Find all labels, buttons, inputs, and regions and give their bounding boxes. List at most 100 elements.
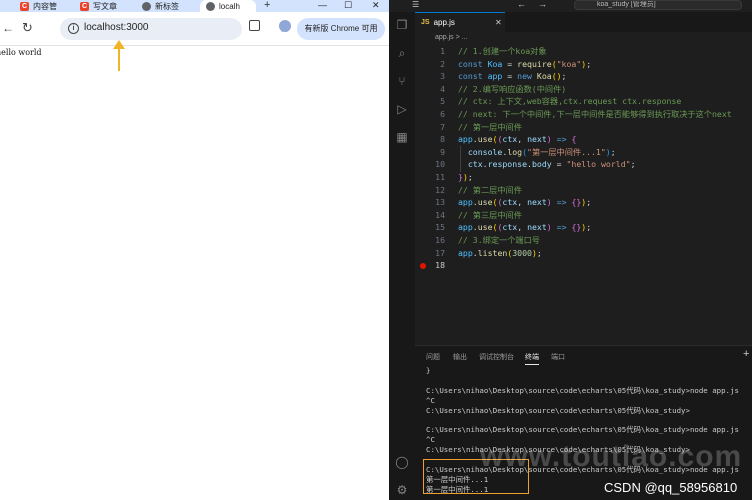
chrome-update-button[interactable]: 有新版 Chrome 可用 — [297, 18, 385, 40]
nav-back-icon[interactable]: ← — [517, 0, 526, 9]
code-line[interactable]: 15 app.use((ctx, next) => {}); — [415, 221, 752, 234]
menu-icon[interactable]: ☰ — [412, 0, 419, 9]
breadcrumb[interactable]: app.js > ... — [435, 34, 468, 41]
code-token: log — [507, 146, 523, 157]
code-line[interactable]: 6 // next: 下一个中间件,下一层中间件是否能够得到执行取决于这个next — [415, 108, 752, 121]
code-token: = — [551, 159, 567, 170]
code-token: // 1.创建一个koa对象 — [458, 46, 547, 56]
code-text: app.use((ctx, next) => {}); — [458, 221, 591, 234]
tab-output[interactable]: 输出 — [453, 352, 467, 362]
bottom-panel: 问题 输出 调试控制台 终端 端口 + } C:\Users\nihao\Desk… — [415, 345, 752, 500]
url-text[interactable]: localhost:3000 — [84, 22, 149, 33]
new-tab-button[interactable]: + — [264, 0, 270, 11]
code-line[interactable]: 1 // 1.创建一个koa对象 — [415, 45, 752, 58]
code-token: ctx — [467, 159, 483, 170]
code-line[interactable]: 11}); — [415, 171, 752, 184]
code-token: ctx — [502, 222, 518, 233]
close-icon[interactable]: ✕ — [372, 0, 380, 11]
back-arrow-icon[interactable]: ← — [2, 21, 14, 35]
code-line[interactable]: 13 app.use((ctx, next) => {}); — [415, 196, 752, 209]
extensions-icon[interactable]: ▦ — [395, 130, 409, 144]
code-token: // 3.绑定一个端口号 — [458, 234, 540, 245]
browser-tab-strip: C 内容管 C 写文章 新标签 localh + — ☐ ✕ — [0, 0, 389, 12]
search-icon[interactable]: ⌕ — [395, 46, 409, 60]
indent-guide — [460, 146, 461, 172]
source-control-icon[interactable]: ⑂ — [395, 74, 409, 88]
code-token: body — [531, 159, 552, 170]
code-token: const — [458, 71, 488, 82]
code-line[interactable]: 18 — [415, 259, 752, 272]
code-token: => — [551, 134, 572, 145]
browser-toolbar: ← ↻ i localhost:3000 ☆ 有新版 Chrome 可用 — [0, 12, 389, 46]
command-center[interactable]: koa_study [管理员] — [574, 0, 742, 10]
browser-window: C 内容管 C 写文章 新标签 localh + — ☐ ✕ ← ↻ i loc… — [0, 0, 389, 500]
code-token: "koa" — [556, 58, 582, 69]
minimize-icon[interactable]: — — [318, 0, 327, 10]
browser-tab-3[interactable]: 新标签 — [142, 0, 190, 12]
code-text: const Koa = require("koa"); — [458, 58, 591, 71]
code-token: ; — [586, 222, 592, 233]
code-token: app — [487, 71, 503, 82]
reload-icon[interactable]: ↻ — [22, 20, 33, 36]
code-token: {} — [571, 222, 582, 233]
watermark: www.toutiao.com — [480, 440, 743, 473]
tab-debug-console[interactable]: 调试控制台 — [479, 352, 514, 362]
code-line[interactable]: 8 app.use((ctx, next) => { — [415, 133, 752, 146]
tab-ports[interactable]: 端口 — [551, 352, 565, 362]
code-token: // 第三层中间件 — [458, 209, 522, 220]
code-line[interactable]: 5 // ctx: 上下文,web容器,ctx.request ctx.respo… — [415, 95, 752, 108]
new-terminal-icon[interactable]: + — [743, 348, 749, 360]
nav-forward-icon[interactable]: → — [538, 0, 547, 9]
code-token: // 第一层中间件 — [458, 121, 522, 132]
code-token: app — [458, 197, 473, 208]
extensions-icon[interactable] — [249, 20, 260, 31]
code-token: 3000 — [512, 247, 532, 258]
line-number: 12 — [435, 184, 445, 195]
settings-gear-icon[interactable]: ⚙ — [395, 483, 409, 497]
annotation-arrow-icon — [113, 40, 125, 71]
code-line[interactable]: 4 // 2.编写响应函数(中间件) — [415, 83, 752, 96]
explorer-icon[interactable]: ❐ — [395, 18, 409, 32]
code-token: "hello world" — [566, 159, 631, 170]
tab-terminal[interactable]: 终端 — [525, 352, 539, 365]
code-token: ; — [586, 58, 592, 69]
code-editor[interactable]: 1 // 1.创建一个koa对象 2 const Koa = require("koa… — [415, 45, 752, 272]
browser-tab-1[interactable]: C 内容管 — [20, 0, 62, 12]
address-bar[interactable]: i localhost:3000 ☆ — [60, 18, 290, 40]
code-text: }); — [458, 171, 473, 184]
browser-tab-2[interactable]: C 写文章 — [80, 0, 130, 12]
code-token: {} — [571, 197, 582, 208]
tab-problems[interactable]: 问题 — [426, 352, 440, 362]
browser-tab-active[interactable]: localh — [200, 0, 256, 12]
maximize-icon[interactable]: ☐ — [344, 0, 352, 11]
line-number: 14 — [435, 209, 445, 220]
tab-app-js[interactable]: JS app.js ✕ — [415, 12, 505, 32]
code-token: { — [571, 134, 577, 145]
close-icon[interactable]: ✕ — [495, 18, 502, 27]
terminal-line: } — [426, 366, 431, 375]
code-line[interactable]: 12 // 第二层中间件 — [415, 184, 752, 197]
code-token: , — [517, 197, 528, 208]
code-token: = — [502, 71, 518, 82]
csdn-credit: CSDN @qq_58956810 — [604, 480, 738, 495]
code-text: // 1.创建一个koa对象 — [458, 45, 547, 58]
code-line[interactable]: 14 // 第三层中间件 — [415, 209, 752, 222]
line-number: 8 — [440, 134, 445, 145]
code-line[interactable]: 17 app.listen(3000); — [415, 247, 752, 260]
code-line[interactable]: 3 const app = new Koa(); — [415, 70, 752, 83]
run-debug-icon[interactable]: ▷ — [395, 102, 409, 116]
code-line[interactable]: 9 console.log("第一层中间件...1"); — [415, 146, 752, 159]
page-body-text: hello world — [0, 48, 42, 57]
code-line[interactable]: 7 // 第一层中间件 — [415, 121, 752, 134]
profile-avatar[interactable] — [279, 20, 291, 32]
code-token: Koa — [536, 71, 552, 82]
code-line[interactable]: 16 // 3.绑定一个端口号 — [415, 234, 752, 247]
code-line[interactable]: 10 ctx.response.body = "hello world"; — [415, 158, 752, 171]
code-token: use — [477, 134, 493, 145]
code-token: ; — [467, 171, 473, 182]
info-icon[interactable]: i — [68, 23, 79, 34]
code-line[interactable]: 2 const Koa = require("koa"); — [415, 58, 752, 71]
account-icon[interactable]: ◯ — [395, 455, 409, 469]
code-text: // 第二层中间件 — [458, 184, 522, 197]
